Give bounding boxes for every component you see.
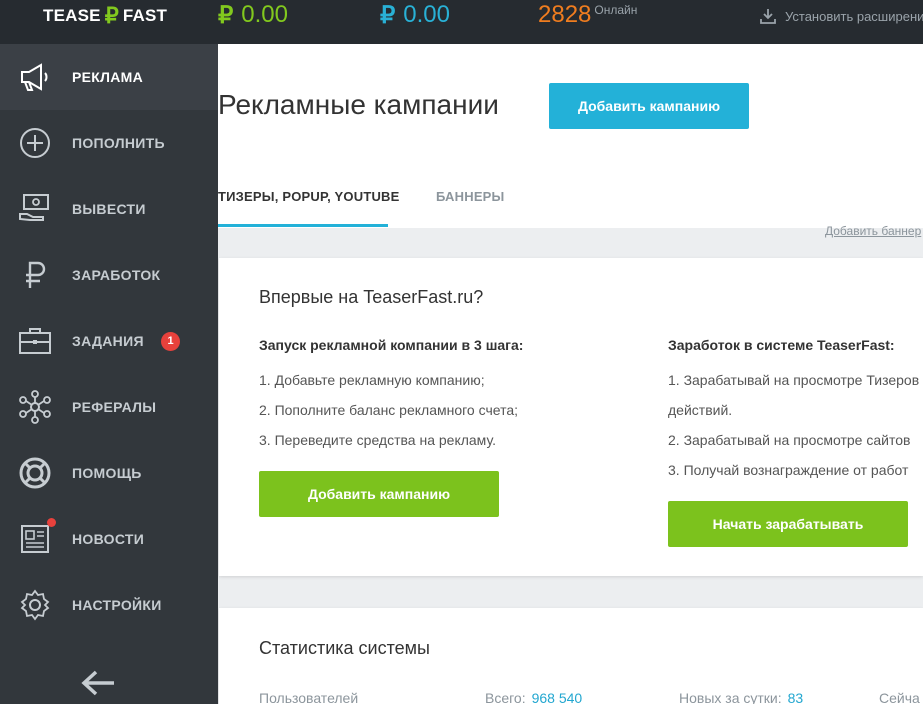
logo-text-right: FAST (122, 6, 168, 25)
launch-step: 3. Переведите средства на рекламу. (259, 432, 496, 448)
sidebar-item-label: ПОПОЛНИТЬ (72, 135, 165, 151)
launch-step: 2. Пополните баланс рекламного счета; (259, 402, 518, 418)
stats-new: Новых за сутки: 83 (679, 690, 803, 704)
sidebar-item-tasks[interactable]: ЗАДАНИЯ 1 (0, 308, 218, 374)
system-stats-card: Статистика системы Пользователей Всего: 9… (219, 608, 923, 704)
add-banner-link[interactable]: Добавить баннер (825, 224, 921, 238)
earn-step: 1. Зарабатывай на просмотре Тизеров (668, 372, 920, 388)
megaphone-icon (17, 59, 53, 95)
cash-withdraw-icon (17, 191, 53, 227)
add-campaign-button-secondary[interactable]: Добавить кампанию (259, 471, 499, 517)
sidebar-item-referrals[interactable]: РЕФЕРАЛЫ (0, 374, 218, 440)
page-title: Рекламные кампании (218, 89, 499, 120)
tab-banners[interactable]: БАННЕРЫ (436, 189, 504, 204)
main-content: Рекламные кампании Добавить кампанию ТИЗ… (218, 44, 923, 704)
sidebar-item-help[interactable]: ПОМОЩЬ (0, 440, 218, 506)
sidebar-item-label: РЕКЛАМА (72, 69, 144, 85)
stats-now-label: Сейча (879, 690, 920, 704)
sidebar: РЕКЛАМА ПОПОЛНИТЬ ВЫВЕСТИ ЗАРАБОТОК ЗАДА… (0, 44, 218, 704)
intro-title: Впервые на TeaserFast.ru? (259, 287, 484, 307)
plus-circle-icon (17, 125, 53, 161)
tab-teasers[interactable]: ТИЗЕРЫ, POPUP, YOUTUBE (218, 189, 400, 204)
tasks-badge: 1 (161, 331, 180, 351)
online-count: 2828 (538, 1, 592, 28)
sidebar-item-withdraw[interactable]: ВЫВЕСТИ (0, 176, 218, 242)
network-icon (17, 389, 53, 425)
logo[interactable]: TEASE ₽ FAST (43, 3, 168, 28)
sidebar-item-deposit[interactable]: ПОПОЛНИТЬ (0, 110, 218, 176)
launch-step: 1. Добавьте рекламную компанию; (259, 372, 485, 388)
download-icon (760, 9, 776, 24)
newspaper-icon (17, 521, 53, 557)
launch-steps-heading: Запуск рекламной компании в 3 шага: (259, 337, 524, 353)
ruble-icon: ₽ (218, 1, 234, 29)
stats-row-label: Пользователей (259, 690, 359, 704)
earn-step: 3. Получай вознаграждение от работ (668, 462, 909, 478)
collapse-sidebar-button[interactable] (80, 668, 116, 698)
sidebar-item-news[interactable]: НОВОСТИ (0, 506, 218, 572)
stats-total-label: Всего: (485, 690, 526, 704)
sidebar-item-label: ВЫВЕСТИ (72, 201, 146, 217)
sidebar-item-label: РЕФЕРАЛЫ (72, 399, 157, 415)
logo-text-left: TEASE (43, 6, 101, 25)
sidebar-item-label: НАСТРОЙКИ (72, 597, 162, 613)
ruble-icon (17, 257, 53, 293)
intro-card: Впервые на TeaserFast.ru? Запуск рекламн… (219, 258, 923, 576)
sidebar-item-label: ЗАДАНИЯ (72, 333, 144, 349)
sidebar-item-label: НОВОСТИ (72, 531, 145, 547)
earn-step: действий. (668, 402, 733, 418)
stats-new-label: Новых за сутки: (679, 690, 782, 704)
logo-ruble-symbol: ₽ (104, 3, 119, 28)
stats-title: Статистика системы (259, 638, 430, 658)
arrow-left-icon (81, 670, 114, 696)
balance-main[interactable]: ₽ 0.00 (218, 0, 288, 30)
earn-step: 2. Зарабатывай на просмотре сайтов (668, 432, 911, 448)
sidebar-item-label: ЗАРАБОТОК (72, 267, 161, 283)
stats-total-value: 968 540 (531, 690, 583, 704)
top-bar: TEASE ₽ FAST ₽ 0.00 ₽ 0.00 2828 Онлайн У… (0, 0, 923, 44)
stats-new-value: 83 (787, 690, 804, 704)
stats-total: Всего: 968 540 (485, 690, 582, 704)
add-campaign-button[interactable]: Добавить кампанию (549, 83, 749, 129)
balance-advertising[interactable]: ₽ 0.00 (380, 0, 450, 30)
campaigns-header: Рекламные кампании Добавить кампанию ТИЗ… (218, 44, 923, 228)
earn-steps-heading: Заработок в системе TeaserFast: (668, 337, 895, 353)
sidebar-item-advertising[interactable]: РЕКЛАМА (0, 44, 218, 110)
install-extension-label: Установить расширение (785, 8, 923, 24)
balance-advertising-value: 0.00 (403, 1, 450, 28)
lifebuoy-icon (17, 455, 53, 491)
sidebar-item-settings[interactable]: НАСТРОЙКИ (0, 572, 218, 638)
online-label: Онлайн (594, 3, 638, 17)
news-unread-dot (47, 518, 56, 527)
briefcase-icon (17, 323, 53, 359)
balance-main-value: 0.00 (241, 1, 288, 28)
sidebar-item-label: ПОМОЩЬ (72, 465, 142, 481)
start-earning-button[interactable]: Начать зарабатывать (668, 501, 908, 547)
sidebar-item-earnings[interactable]: ЗАРАБОТОК (0, 242, 218, 308)
ruble-icon: ₽ (380, 1, 396, 29)
active-tab-indicator (218, 224, 388, 227)
gear-icon (17, 587, 53, 623)
install-extension-link[interactable]: Установить расширение (760, 6, 923, 26)
online-counter: 2828 Онлайн (538, 0, 637, 30)
